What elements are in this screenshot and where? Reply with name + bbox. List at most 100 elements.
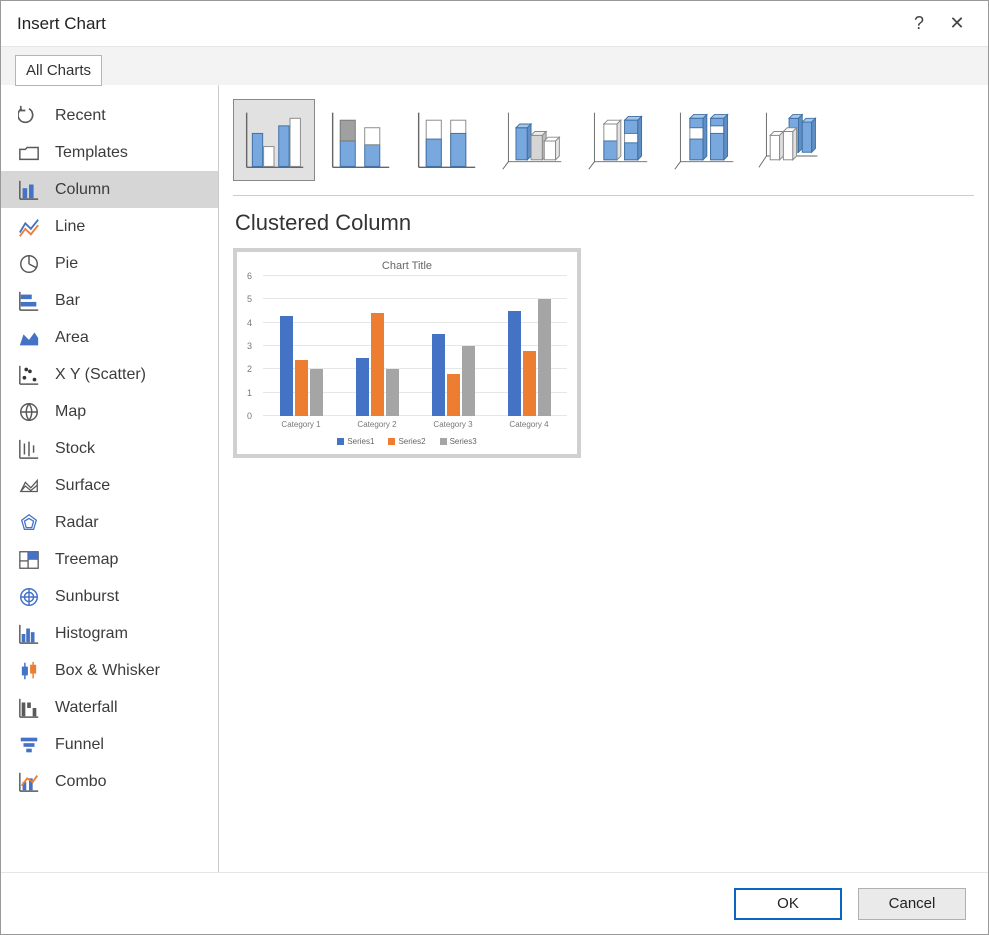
tab-all-charts[interactable]: All Charts bbox=[15, 55, 102, 86]
sidebar-item-label: Recent bbox=[55, 107, 106, 125]
legend-label: Series2 bbox=[398, 437, 425, 446]
bar bbox=[386, 369, 399, 416]
bar-group bbox=[508, 276, 551, 416]
sidebar-item-area[interactable]: Area bbox=[1, 319, 218, 356]
chart-subtype-row bbox=[233, 99, 974, 196]
sidebar-item-label: Line bbox=[55, 218, 85, 236]
y-tick-label: 5 bbox=[247, 294, 252, 304]
sidebar-item-histogram[interactable]: Histogram bbox=[1, 615, 218, 652]
sidebar-item-line[interactable]: Line bbox=[1, 208, 218, 245]
radar-icon bbox=[17, 511, 41, 535]
legend-item: Series2 bbox=[388, 437, 425, 446]
bar bbox=[280, 316, 293, 416]
sidebar-item-treemap[interactable]: Treemap bbox=[1, 541, 218, 578]
sidebar-item-label: Sunburst bbox=[55, 588, 119, 606]
legend-item: Series1 bbox=[337, 437, 374, 446]
subtype-3d-column[interactable] bbox=[749, 99, 831, 181]
map-icon bbox=[17, 400, 41, 424]
subtype-clustered-column[interactable] bbox=[233, 99, 315, 181]
sidebar-item-column[interactable]: Column bbox=[1, 171, 218, 208]
subtype-100-stacked-column[interactable] bbox=[405, 99, 487, 181]
templates-icon bbox=[17, 141, 41, 165]
y-tick-label: 0 bbox=[247, 411, 252, 421]
bar bbox=[371, 313, 384, 416]
sidebar-item-pie[interactable]: Pie bbox=[1, 245, 218, 282]
3d-column-icon bbox=[757, 107, 823, 173]
bar bbox=[295, 360, 308, 416]
main-panel: Clustered Column Chart Title 0123456 Cat… bbox=[219, 85, 988, 872]
chart-preview-title: Chart Title bbox=[247, 260, 567, 272]
sidebar-item-waterfall[interactable]: Waterfall bbox=[1, 689, 218, 726]
sidebar-item-label: Map bbox=[55, 403, 86, 421]
legend-swatch bbox=[440, 438, 447, 445]
sidebar-item-surface[interactable]: Surface bbox=[1, 467, 218, 504]
dialog-title: Insert Chart bbox=[17, 14, 900, 34]
sidebar-item-radar[interactable]: Radar bbox=[1, 504, 218, 541]
sidebar-item-map[interactable]: Map bbox=[1, 393, 218, 430]
line-icon bbox=[17, 215, 41, 239]
sidebar-item-label: Waterfall bbox=[55, 699, 118, 717]
combo-icon bbox=[17, 770, 41, 794]
bar bbox=[432, 334, 445, 416]
sidebar-item-box-whisker[interactable]: Box & Whisker bbox=[1, 652, 218, 689]
chart-preview[interactable]: Chart Title 0123456 Category 1 Category 2… bbox=[233, 248, 581, 458]
clustered-column-icon bbox=[241, 107, 307, 173]
dialog-body: Recent Templates Column Line bbox=[1, 85, 988, 872]
sidebar-item-label: Stock bbox=[55, 440, 95, 458]
chart-subtype-heading: Clustered Column bbox=[235, 210, 974, 236]
x-tick-label: Category 3 bbox=[433, 420, 472, 429]
subtype-3d-100-stacked-column[interactable] bbox=[663, 99, 745, 181]
area-icon bbox=[17, 326, 41, 350]
bar-group bbox=[432, 276, 475, 416]
sidebar-item-label: X Y (Scatter) bbox=[55, 366, 146, 384]
bar-icon bbox=[17, 289, 41, 313]
sidebar-item-scatter[interactable]: X Y (Scatter) bbox=[1, 356, 218, 393]
bar bbox=[310, 369, 323, 416]
x-tick-label: Category 2 bbox=[357, 420, 396, 429]
sidebar-item-combo[interactable]: Combo bbox=[1, 763, 218, 800]
x-tick-label: Category 1 bbox=[281, 420, 320, 429]
sidebar-item-sunburst[interactable]: Sunburst bbox=[1, 578, 218, 615]
sidebar-item-label: Histogram bbox=[55, 625, 128, 643]
insert-chart-dialog: Insert Chart ? ✕ All Charts Recent Templ… bbox=[0, 0, 989, 935]
3d-100-stacked-column-icon bbox=[671, 107, 737, 173]
sidebar-item-bar[interactable]: Bar bbox=[1, 282, 218, 319]
y-tick-label: 6 bbox=[247, 271, 252, 281]
3d-stacked-column-icon bbox=[585, 107, 651, 173]
sidebar-item-templates[interactable]: Templates bbox=[1, 134, 218, 171]
stock-icon bbox=[17, 437, 41, 461]
subtype-3d-clustered-column[interactable] bbox=[491, 99, 573, 181]
subtype-3d-stacked-column[interactable] bbox=[577, 99, 659, 181]
histogram-icon bbox=[17, 622, 41, 646]
stacked-column-icon bbox=[327, 107, 393, 173]
ok-button[interactable]: OK bbox=[734, 888, 842, 920]
close-icon: ✕ bbox=[949, 13, 964, 34]
bar bbox=[462, 346, 475, 416]
tabstrip: All Charts bbox=[1, 47, 988, 85]
x-tick-label: Category 4 bbox=[509, 420, 548, 429]
close-button[interactable]: ✕ bbox=[938, 5, 976, 43]
100-stacked-column-icon bbox=[413, 107, 479, 173]
legend-label: Series3 bbox=[450, 437, 477, 446]
help-button[interactable]: ? bbox=[900, 5, 938, 43]
scatter-icon bbox=[17, 363, 41, 387]
sidebar-item-label: Area bbox=[55, 329, 89, 347]
sidebar-item-label: Radar bbox=[55, 514, 99, 532]
sidebar-item-funnel[interactable]: Funnel bbox=[1, 726, 218, 763]
3d-clustered-column-icon bbox=[499, 107, 565, 173]
treemap-icon bbox=[17, 548, 41, 572]
legend-item: Series3 bbox=[440, 437, 477, 446]
sunburst-icon bbox=[17, 585, 41, 609]
waterfall-icon bbox=[17, 696, 41, 720]
sidebar-item-recent[interactable]: Recent bbox=[1, 97, 218, 134]
dialog-footer: OK Cancel bbox=[1, 872, 988, 934]
surface-icon bbox=[17, 474, 41, 498]
legend-label: Series1 bbox=[347, 437, 374, 446]
subtype-stacked-column[interactable] bbox=[319, 99, 401, 181]
cancel-button[interactable]: Cancel bbox=[858, 888, 966, 920]
sidebar-item-stock[interactable]: Stock bbox=[1, 430, 218, 467]
sidebar-item-label: Column bbox=[55, 181, 110, 199]
chart-plot-area: 0123456 bbox=[257, 276, 567, 416]
bar-group bbox=[356, 276, 399, 416]
bar bbox=[508, 311, 521, 416]
